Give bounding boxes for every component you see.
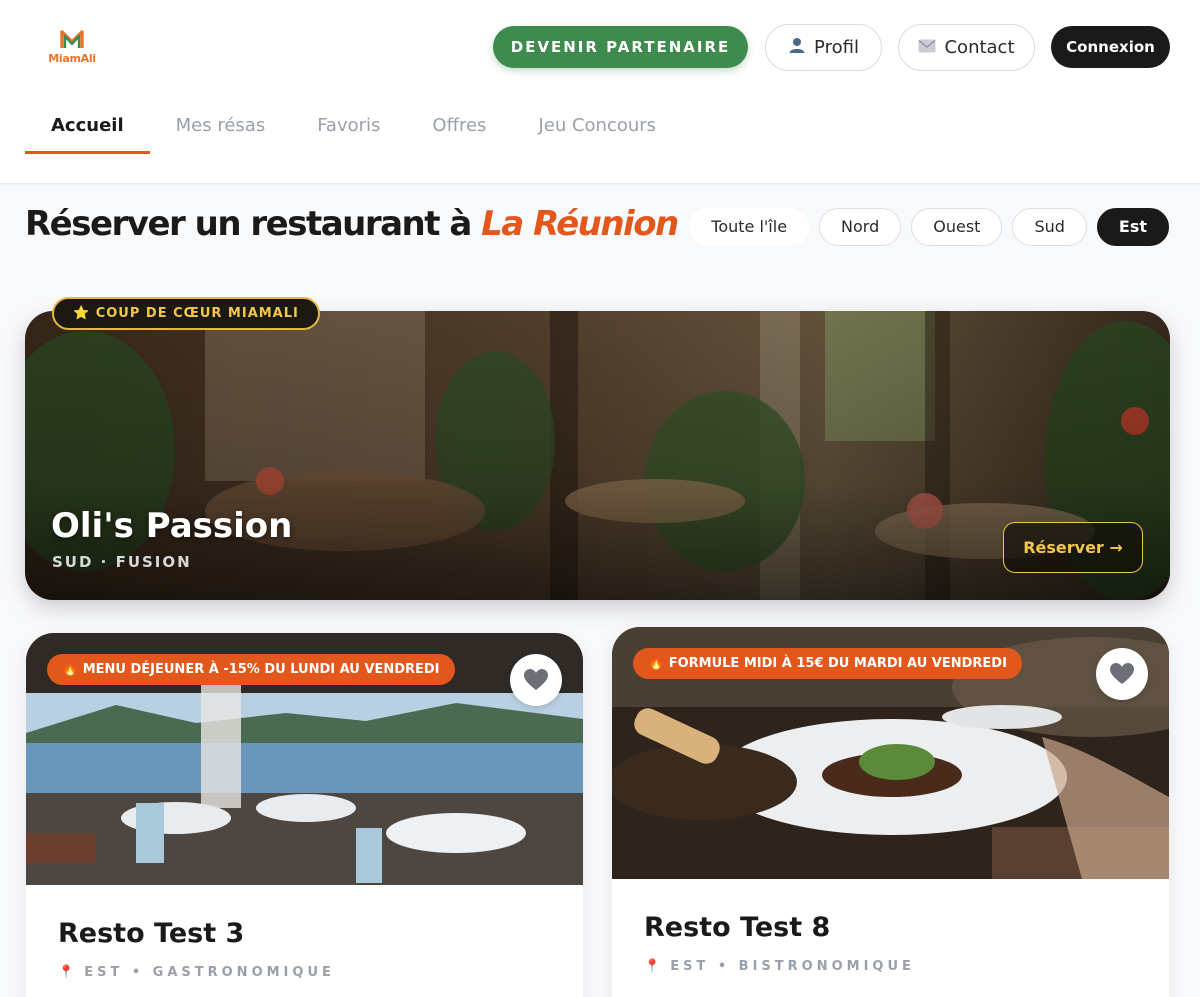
region-toute-ile[interactable]: Toute l'île bbox=[689, 208, 810, 246]
restaurant-name: Resto Test 3 bbox=[58, 918, 245, 949]
connexion-button[interactable]: Connexion bbox=[1051, 26, 1170, 68]
restaurant-card[interactable]: 🔥 MENU DÉJEUNER À -15% DU LUNDI AU VENDR… bbox=[26, 633, 583, 997]
reserve-button[interactable]: Réserver → bbox=[1003, 522, 1143, 573]
pin-icon: 📍 bbox=[644, 959, 661, 974]
page-title: Réserver un restaurant à La Réunion bbox=[25, 204, 679, 244]
main-tabs: Accueil Mes résas Favoris Offres Jeu Con… bbox=[25, 100, 682, 156]
pin-icon: 📍 bbox=[58, 965, 75, 980]
featured-restaurant-name: Oli's Passion bbox=[51, 506, 293, 546]
restaurant-card[interactable]: 🔥 FORMULE MIDI À 15€ DU MARDI AU VENDRED… bbox=[612, 627, 1169, 997]
envelope-icon bbox=[918, 38, 936, 58]
restaurant-meta: 📍 EST • BISTRONOMIQUE bbox=[644, 959, 915, 974]
favorite-button[interactable] bbox=[1096, 648, 1148, 700]
profil-label: Profil bbox=[814, 37, 859, 58]
tab-offres[interactable]: Offres bbox=[406, 100, 512, 154]
offer-badge: 🔥 MENU DÉJEUNER À -15% DU LUNDI AU VENDR… bbox=[47, 654, 455, 685]
featured-restaurant-image bbox=[25, 311, 1170, 600]
region-ouest[interactable]: Ouest bbox=[911, 208, 1003, 246]
top-header: MiamAli DEVENIR PARTENAIRE Profil Contac… bbox=[0, 0, 1200, 184]
heart-icon bbox=[524, 669, 548, 690]
coup-de-coeur-badge: ⭐ COUP DE CŒUR MIAMALI bbox=[52, 297, 320, 330]
featured-restaurant-card[interactable]: Oli's Passion SUD · FUSION Réserver → bbox=[25, 311, 1170, 600]
miamali-logo[interactable]: MiamAli bbox=[48, 26, 96, 68]
become-partner-button[interactable]: DEVENIR PARTENAIRE bbox=[493, 26, 748, 68]
restaurant-meta-text: EST • BISTRONOMIQUE bbox=[670, 959, 915, 974]
contact-label: Contact bbox=[944, 37, 1015, 58]
tab-jeu-concours[interactable]: Jeu Concours bbox=[512, 100, 682, 154]
tab-accueil[interactable]: Accueil bbox=[25, 100, 150, 154]
favorite-button[interactable] bbox=[510, 654, 562, 706]
region-est[interactable]: Est bbox=[1096, 208, 1169, 246]
featured-restaurant-meta: SUD · FUSION bbox=[52, 553, 192, 571]
page-title-accent: La Réunion bbox=[481, 204, 679, 244]
region-sud[interactable]: Sud bbox=[1012, 208, 1087, 246]
region-nord[interactable]: Nord bbox=[819, 208, 902, 246]
offer-badge: 🔥 FORMULE MIDI À 15€ DU MARDI AU VENDRED… bbox=[633, 648, 1022, 679]
restaurant-meta: 📍 EST • GASTRONOMIQUE bbox=[58, 965, 335, 980]
heart-icon bbox=[1110, 663, 1134, 684]
profil-button[interactable]: Profil bbox=[765, 24, 882, 71]
logo-mark-icon bbox=[60, 30, 84, 48]
logo-text: MiamAli bbox=[48, 52, 96, 65]
restaurant-meta-text: EST • GASTRONOMIQUE bbox=[84, 965, 335, 980]
tab-favoris[interactable]: Favoris bbox=[291, 100, 406, 154]
restaurant-name: Resto Test 8 bbox=[644, 912, 831, 943]
user-icon bbox=[788, 36, 806, 59]
region-filter: Toute l'île Nord Ouest Sud Est bbox=[689, 208, 1169, 246]
contact-button[interactable]: Contact bbox=[898, 24, 1035, 71]
page-title-main: Réserver un restaurant à bbox=[25, 204, 472, 244]
tab-mes-resas[interactable]: Mes résas bbox=[150, 100, 292, 154]
